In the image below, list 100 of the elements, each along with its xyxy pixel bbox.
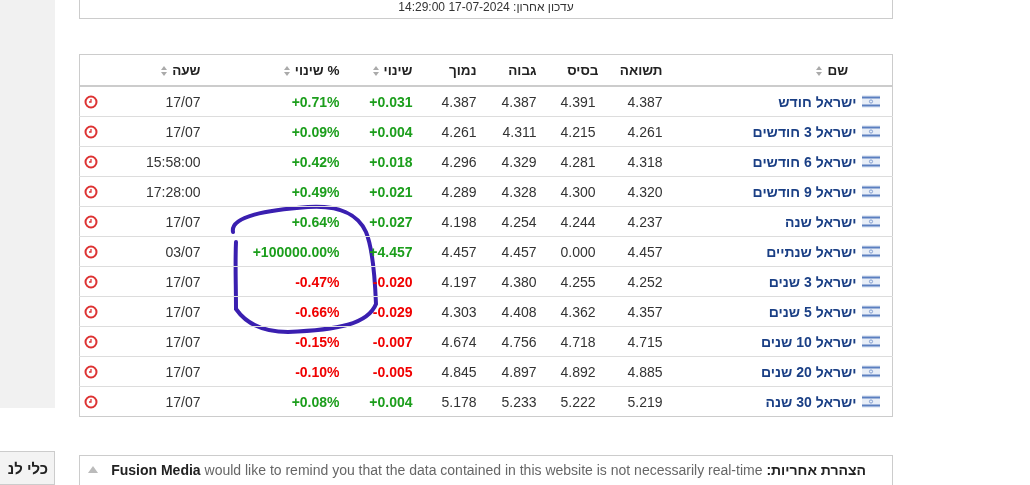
bond-name-link[interactable]: ישראל שנה [785, 213, 857, 230]
table-cell: +0.018 [350, 146, 421, 177]
table-cell: 5.222 [540, 386, 603, 417]
table-cell: 5.233 [480, 386, 541, 417]
bond-name-link[interactable]: ישראל 20 שנים [760, 363, 857, 380]
table-cell: 4.387 [480, 86, 541, 117]
table-cell: 4.718 [540, 326, 603, 357]
column-header: גבוה [480, 54, 541, 87]
table-cell: 4.892 [540, 356, 603, 387]
clock-icon [83, 394, 98, 409]
table-cell: +0.004 [350, 386, 421, 417]
table-cell: +0.027 [350, 206, 421, 237]
table-cell: -0.007 [350, 326, 421, 357]
clock-icon [83, 334, 98, 349]
clock-icon [83, 274, 98, 289]
table-cell: 4.756 [480, 326, 541, 357]
table-cell: 4.362 [540, 296, 603, 327]
table-cell: +0.031 [350, 86, 421, 117]
sort-icon[interactable] [161, 66, 168, 77]
table-cell: 4.300 [540, 176, 603, 207]
last-update-text: עדכון אחרון: 17-07-2024 14:29:00 [398, 0, 574, 14]
column-header[interactable]: שעה [105, 54, 201, 87]
clock-icon [83, 154, 98, 169]
table-cell: 4.237 [602, 206, 667, 237]
table-cell: 4.897 [480, 356, 541, 387]
table-cell: 4.329 [480, 146, 541, 177]
table-cell: +0.004 [350, 116, 421, 147]
scroll-up-icon[interactable] [88, 466, 98, 474]
table-cell: 17/07 [105, 206, 201, 237]
clock-icon [83, 184, 98, 199]
table-cell: -0.47% [200, 266, 351, 297]
table-cell: 4.408 [480, 296, 541, 327]
table-cell: 4.261 [602, 116, 667, 147]
column-header[interactable]: שם [666, 54, 893, 87]
bond-name-link[interactable]: ישראל 9 חודשים [752, 183, 857, 200]
table-cell: -0.15% [200, 326, 351, 357]
table-cell: 4.328 [480, 176, 541, 207]
table-cell: 4.715 [602, 326, 667, 357]
table-cell: 4.197 [420, 266, 481, 297]
table-cell: 15:58:00 [105, 146, 201, 177]
table-cell: 5.219 [602, 386, 667, 417]
table-cell: -0.029 [350, 296, 421, 327]
table-cell: 4.380 [480, 266, 541, 297]
table-cell: 17:28:00 [105, 176, 201, 207]
table-cell: 4.311 [480, 116, 541, 147]
table-cell: 5.178 [420, 386, 481, 417]
tools-button[interactable]: כלי לנ [0, 451, 55, 485]
table-cell: +0.71% [200, 86, 351, 117]
table-cell: 4.198 [420, 206, 481, 237]
sort-icon[interactable] [283, 66, 290, 77]
table-cell: 4.320 [602, 176, 667, 207]
column-header: נמוך [420, 54, 481, 87]
column-header: בסיס [540, 54, 603, 87]
column-header[interactable]: % שינוי [200, 54, 351, 87]
clock-icon [83, 364, 98, 379]
table-cell: 17/07 [105, 296, 201, 327]
table-cell: +0.021 [350, 176, 421, 207]
bond-name-link[interactable]: ישראל שנתיים [766, 243, 857, 260]
clock-icon [83, 214, 98, 229]
flag-icon [862, 275, 880, 289]
clock-icon [83, 304, 98, 319]
flag-icon [862, 125, 880, 139]
flag-icon [862, 245, 880, 259]
table-cell: 4.252 [602, 266, 667, 297]
table-cell: 4.391 [540, 86, 603, 117]
table-cell: 4.215 [540, 116, 603, 147]
table-cell: 4.457 [602, 236, 667, 267]
bond-name-link[interactable]: ישראל 5 שנים [768, 303, 857, 320]
bond-name-link[interactable]: ישראל 3 שנים [768, 273, 857, 290]
table-cell: 0.000 [540, 236, 603, 267]
table-cell: 4.845 [420, 356, 481, 387]
bond-name-link[interactable]: ישראל 3 חודשים [752, 123, 857, 140]
sort-icon[interactable] [372, 66, 379, 77]
table-cell: 17/07 [105, 386, 201, 417]
table-cell: +100000.00% [200, 236, 351, 267]
flag-icon [862, 365, 880, 379]
column-header[interactable]: שינוי [350, 54, 421, 87]
flag-icon [862, 395, 880, 409]
table-cell: 4.674 [420, 326, 481, 357]
bond-name-link[interactable]: ישראל חודש [778, 93, 857, 110]
bond-name-link[interactable]: ישראל 6 חודשים [752, 153, 857, 170]
table-cell: +0.09% [200, 116, 351, 147]
bond-name-link[interactable]: ישראל 30 שנה [765, 393, 857, 410]
table-cell: +0.64% [200, 206, 351, 237]
table-cell: 4.296 [420, 146, 481, 177]
flag-icon [862, 185, 880, 199]
table-cell: 4.281 [540, 146, 603, 177]
table-cell: -0.10% [200, 356, 351, 387]
sort-icon[interactable] [816, 66, 823, 77]
flag-icon [862, 305, 880, 319]
table-cell: 4.303 [420, 296, 481, 327]
table-cell: -0.66% [200, 296, 351, 327]
bond-name-link[interactable]: ישראל 10 שנים [760, 333, 857, 350]
table-cell: 4.885 [602, 356, 667, 387]
clock-icon [83, 124, 98, 139]
table-cell: 17/07 [105, 86, 201, 117]
table-cell: 17/07 [105, 116, 201, 147]
table-cell: 17/07 [105, 356, 201, 387]
flag-icon [862, 215, 880, 229]
table-cell: -0.005 [350, 356, 421, 387]
